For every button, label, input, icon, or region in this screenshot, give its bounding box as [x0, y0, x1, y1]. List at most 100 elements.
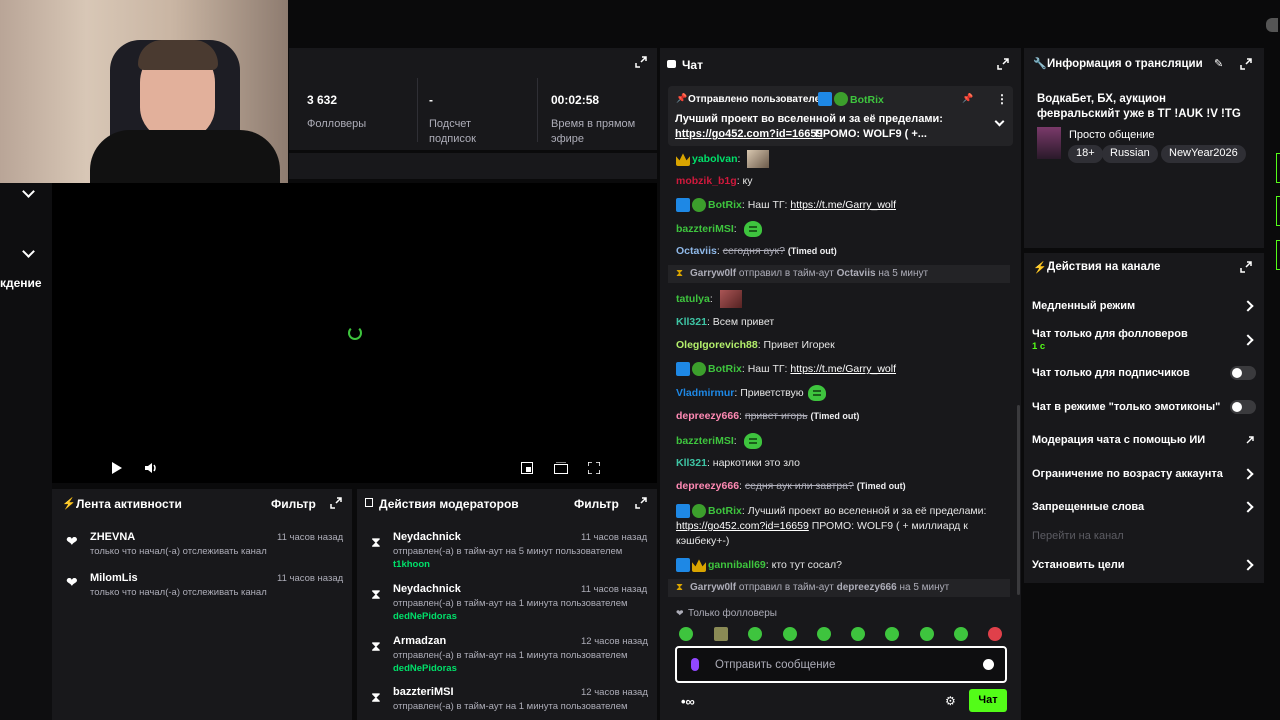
category-name[interactable]: Просто общение: [1069, 129, 1155, 141]
chat-username[interactable]: bazzteriMSI: [676, 435, 734, 447]
expand-icon[interactable]: [1240, 58, 1252, 70]
external-link-icon[interactable]: [1245, 435, 1255, 445]
followers-only-item[interactable]: Чат только для фолловеров: [1032, 328, 1188, 340]
mod-name[interactable]: Garryw0lf: [690, 268, 736, 279]
emote-icon[interactable]: [679, 627, 693, 641]
chat-send-button[interactable]: Чат: [969, 689, 1007, 712]
pinned-link[interactable]: https://go452.com?id=16659: [675, 128, 823, 140]
pin-action-icon[interactable]: 📌: [962, 93, 973, 104]
chat-link[interactable]: https://t.me/Garry_wolf: [790, 199, 896, 211]
chat-scrollbar[interactable]: [1017, 405, 1020, 595]
mod-user[interactable]: Neydachnick: [393, 531, 461, 543]
video-player[interactable]: [52, 183, 657, 483]
play-icon[interactable]: [112, 462, 122, 474]
followers-only-duration: 1 с: [1032, 341, 1046, 352]
age-restriction-item[interactable]: Ограничение по возрасту аккаунта: [1032, 468, 1223, 480]
edge-indicator: [1276, 196, 1280, 226]
expand-icon[interactable]: [1240, 261, 1252, 273]
mod-user[interactable]: Armadzan: [393, 635, 446, 647]
points-icon[interactable]: •∞: [681, 694, 695, 709]
tag[interactable]: Russian: [1102, 145, 1158, 163]
more-icon[interactable]: ⋮: [996, 92, 1008, 106]
activity-filter-button[interactable]: Фильтр: [271, 497, 316, 511]
avatar[interactable]: [1266, 18, 1278, 32]
mod-target[interactable]: dedNePidoras: [393, 663, 457, 674]
smiley-icon[interactable]: [983, 659, 994, 670]
uptime-label: Время в прямом эфире: [551, 118, 636, 145]
slow-mode-item[interactable]: Медленный режим: [1032, 300, 1135, 312]
emote-icon[interactable]: [817, 627, 831, 641]
fullscreen-icon[interactable]: [588, 462, 600, 474]
banned-words-item[interactable]: Запрещенные слова: [1032, 501, 1144, 513]
chevron-down-icon[interactable]: [22, 185, 35, 198]
ai-moderation-item[interactable]: Модерация чата с помощью ИИ: [1032, 434, 1205, 446]
follower-name[interactable]: MilomLis: [90, 572, 138, 584]
subs-only-toggle[interactable]: [1230, 366, 1256, 380]
expand-icon[interactable]: [330, 497, 342, 509]
chat-username[interactable]: mobzik_b1g: [676, 175, 737, 187]
emote-icon[interactable]: [954, 627, 968, 641]
expand-icon[interactable]: [635, 56, 647, 68]
target-name[interactable]: Octaviis: [837, 268, 876, 279]
emote-icon[interactable]: [988, 627, 1002, 641]
theatre-icon[interactable]: [554, 462, 568, 474]
chat-link[interactable]: https://go452.com?id=16659: [676, 520, 809, 532]
gear-icon[interactable]: ⚙: [945, 694, 956, 708]
chat-username[interactable]: OlegIgorevich88: [676, 339, 758, 351]
chat-username[interactable]: BotRix: [708, 363, 742, 375]
category-thumbnail[interactable]: [1037, 127, 1061, 159]
chat-username[interactable]: yabolvan: [692, 153, 738, 165]
chat-username[interactable]: depreezy666: [676, 480, 739, 492]
pip-icon[interactable]: [521, 462, 533, 474]
chat-username[interactable]: BotRix: [708, 505, 742, 517]
chat-text: Привет Игорек: [763, 339, 835, 351]
emote-icon[interactable]: [748, 627, 762, 641]
chat-username[interactable]: Kll321: [676, 316, 707, 328]
emote-icon[interactable]: [885, 627, 899, 641]
mod-name[interactable]: Garryw0lf: [690, 582, 736, 593]
expand-icon[interactable]: [635, 497, 647, 509]
chat-username[interactable]: tatulya: [676, 293, 710, 305]
set-goals-item[interactable]: Установить цели: [1032, 559, 1125, 571]
pinned-message[interactable]: 📌 Отправлено пользователем BotRix 📌 ⋮ Лу…: [668, 86, 1013, 146]
emote-icon[interactable]: [714, 627, 728, 641]
chat-username[interactable]: depreezy666: [676, 410, 739, 422]
heart-icon: ❤: [66, 533, 78, 549]
chat-message: BotRix: Наш ТГ: https://t.me/Garry_wolf: [676, 198, 896, 212]
divider: [417, 78, 418, 142]
mod-target[interactable]: dedNePidoras: [393, 611, 457, 622]
mod-user[interactable]: bazzteriMSI: [393, 686, 454, 698]
chevron-down-icon[interactable]: [994, 116, 1005, 127]
emote-only-toggle[interactable]: [1230, 400, 1256, 414]
emote-icon[interactable]: [783, 627, 797, 641]
tag[interactable]: NewYear2026: [1161, 145, 1246, 163]
chat-username[interactable]: BotRix: [708, 199, 742, 211]
expand-icon[interactable]: [997, 58, 1009, 70]
emote-icon[interactable]: [920, 627, 934, 641]
chat-username[interactable]: Vladmirmur: [676, 387, 734, 399]
tag[interactable]: 18+: [1068, 145, 1103, 163]
mod-filter-button[interactable]: Фильтр: [574, 497, 619, 511]
mic-icon[interactable]: [691, 658, 699, 671]
chat-message: BotRix: Лучший проект во вселенной и за …: [676, 504, 987, 547]
follower-name[interactable]: ZHEVNA: [90, 531, 135, 543]
edit-icon[interactable]: ✎: [1214, 57, 1223, 70]
chat-username[interactable]: bazzteriMSI: [676, 223, 734, 235]
emote-icon[interactable]: [851, 627, 865, 641]
chat-username[interactable]: Kll321: [676, 457, 707, 469]
chat-username[interactable]: Octaviis: [676, 245, 717, 257]
target-name[interactable]: depreezy666: [837, 582, 897, 593]
chat-input[interactable]: Отправить сообщение: [675, 646, 1007, 683]
chevron-down-icon[interactable]: [22, 245, 35, 258]
mod-target[interactable]: t1khoon: [393, 559, 430, 570]
go-to-channel-item[interactable]: Перейти на канал: [1032, 530, 1124, 542]
edge-indicator: [1276, 153, 1280, 183]
nav-partial-label[interactable]: кдение: [0, 276, 42, 290]
volume-icon[interactable]: [144, 461, 158, 475]
wrench-icon: 🔧: [1033, 58, 1047, 70]
chat-username[interactable]: ganniball69: [708, 559, 766, 571]
mod-user[interactable]: Neydachnick: [393, 583, 461, 595]
pinned-user[interactable]: BotRix: [850, 94, 884, 106]
timed-out-label: (Timed out): [810, 411, 860, 421]
chat-link[interactable]: https://t.me/Garry_wolf: [790, 363, 896, 375]
